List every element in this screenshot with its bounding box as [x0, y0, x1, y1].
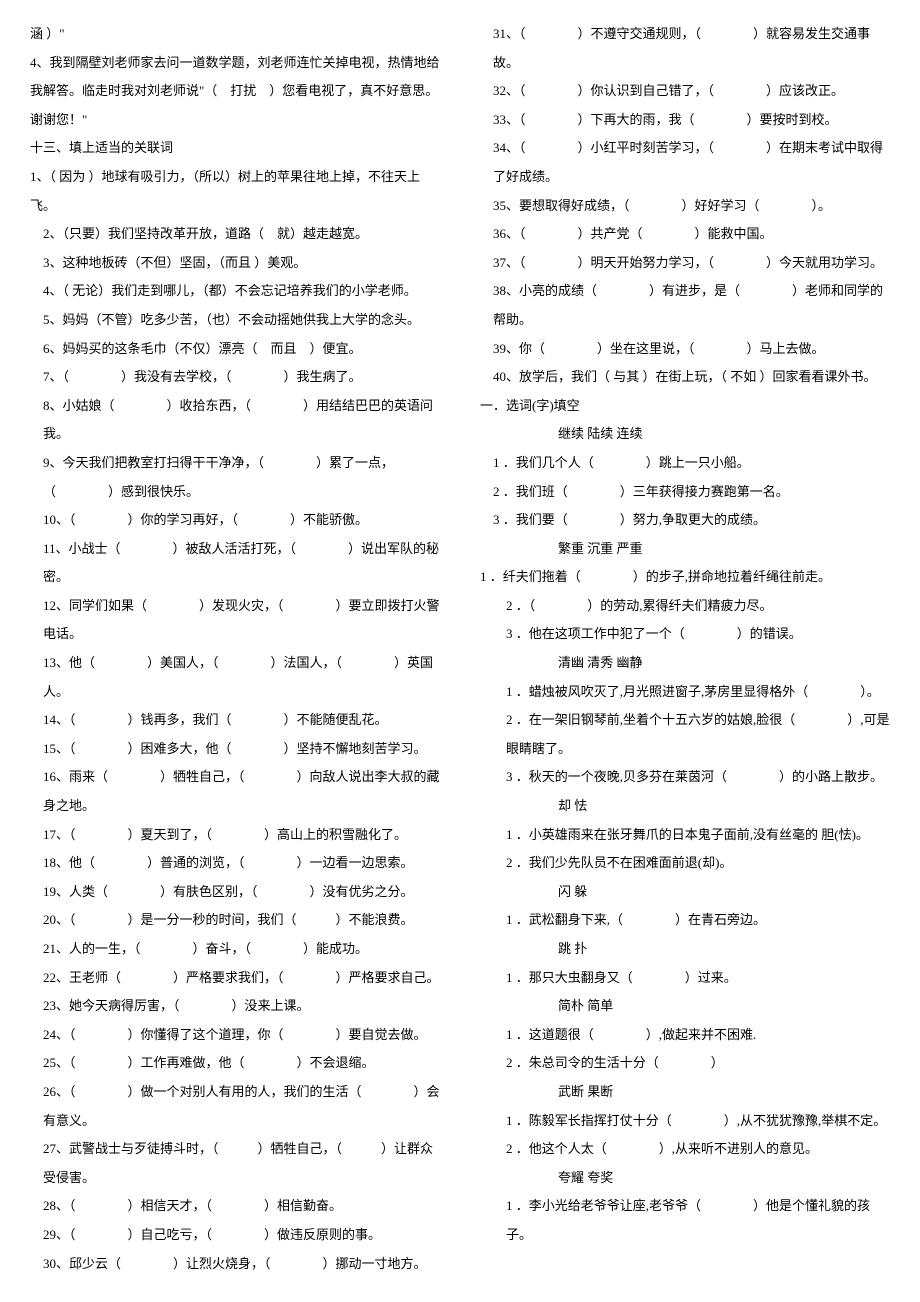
text-line: 31、（ ）不遵守交通规则，（ ）就容易发生交通事故。 — [480, 20, 890, 77]
text-line: 40、放学后，我们（ 与其 ）在街上玩，（ 不如 ）回家看看课外书。 — [480, 363, 890, 392]
text-line: 却 怯 — [480, 792, 890, 821]
text-line: 38、小亮的成绩（ ）有进步，是（ ）老师和同学的帮助。 — [480, 277, 890, 334]
text-line: 14、（ ）钱再多，我们（ ）不能随便乱花。 — [30, 706, 440, 735]
text-line: 29、（ ）自己吃亏，（ ）做违反原则的事。 — [30, 1221, 440, 1250]
document-body: 涵 ）"4、我到隔壁刘老师家去问一道数学题，刘老师连忙关掉电视，热情地给我解答。… — [30, 20, 920, 1282]
text-line: 34、（ ）小红平时刻苦学习，（ ）在期末考试中取得了好成绩。 — [480, 134, 890, 191]
text-line: 1 ．我们几个人（ ）跳上一只小船。 — [480, 449, 890, 478]
text-line: 清幽 清秀 幽静 — [480, 649, 890, 678]
text-line: 4、我到隔壁刘老师家去问一道数学题，刘老师连忙关掉电视，热情地给我解答。临走时我… — [30, 49, 440, 135]
text-line: 2 ．我们少先队员不在困难面前退(却)。 — [480, 849, 890, 878]
text-line: 33、（ ）下再大的雨，我（ ）要按时到校。 — [480, 106, 890, 135]
text-line: 3 ．他在这项工作中犯了一个（ ）的错误。 — [480, 620, 890, 649]
text-line: 涵 ）" — [30, 20, 440, 49]
text-line: 24、（ ）你懂得了这个道理，你（ ）要自觉去做。 — [30, 1021, 440, 1050]
text-line: 继续 陆续 连续 — [480, 420, 890, 449]
text-line: 15、（ ）困难多大，他（ ）坚持不懈地刻苦学习。 — [30, 735, 440, 764]
text-line: 30、邱少云（ ）让烈火烧身，（ ）挪动一寸地方。 — [30, 1250, 440, 1279]
text-line: 5、妈妈（不管）吃多少苦，（也）不会动摇她供我上大学的念头。 — [30, 306, 440, 335]
text-line: 闪 躲 — [480, 878, 890, 907]
text-line: 18、他（ ）普通的浏览，（ ）一边看一边思索。 — [30, 849, 440, 878]
text-line: 简朴 简单 — [480, 992, 890, 1021]
text-line: 7、（ ）我没有去学校，（ ）我生病了。 — [30, 363, 440, 392]
text-line: 35、要想取得好成绩，（ ）好好学习（ ）。 — [480, 192, 890, 221]
text-line: 1 ．李小光给老爷爷让座,老爷爷（ ）他是个懂礼貌的孩子。 — [480, 1192, 890, 1249]
text-line: 一．选词(字)填空 — [480, 392, 890, 421]
text-line: 1 ．小英雄雨来在张牙舞爪的日本鬼子面前,没有丝毫的 胆(怯)。 — [480, 821, 890, 850]
text-line: 17、（ ）夏天到了，（ ）高山上的积雪融化了。 — [30, 821, 440, 850]
text-line: 1 ．纤夫们拖着（ ）的步子,拼命地拉着纤绳往前走。 — [480, 563, 890, 592]
text-line: 2 ．（ ）的劳动,累得纤夫们精疲力尽。 — [480, 592, 890, 621]
text-line: 3、这种地板砖（不但）坚固，（而且 ）美观。 — [30, 249, 440, 278]
text-line: 3 ．秋天的一个夜晚,贝多芬在莱茵河（ ）的小路上散步。 — [480, 763, 890, 792]
text-line: 十三、填上适当的关联词 — [30, 134, 440, 163]
text-line: 13、他（ ）美国人，（ ）法国人，（ ）英国人。 — [30, 649, 440, 706]
text-line: 1 ．陈毅军长指挥打仗十分（ ）,从不犹犹豫豫,举棋不定。 — [480, 1107, 890, 1136]
text-line: 1 ．那只大虫翻身又（ ）过来。 — [480, 964, 890, 993]
text-line: 2 ．他这个人太（ ）,从来听不进别人的意见。 — [480, 1135, 890, 1164]
text-line: 27、武警战士与歹徒搏斗时，（ ）牺牲自己，（ ）让群众受侵害。 — [30, 1135, 440, 1192]
text-line: 32、（ ）你认识到自己错了，（ ）应该改正。 — [480, 77, 890, 106]
text-line: 6、妈妈买的这条毛巾（不仅）漂亮（ 而且 ）便宜。 — [30, 335, 440, 364]
text-line: 12、同学们如果（ ）发现火灾，（ ）要立即拨打火警电话。 — [30, 592, 440, 649]
text-line: 19、人类（ ）有肤色区别，（ ）没有优劣之分。 — [30, 878, 440, 907]
text-line: 16、雨来（ ）牺牲自己，（ ）向敌人说出李大叔的藏身之地。 — [30, 763, 440, 820]
text-line: 武断 果断 — [480, 1078, 890, 1107]
text-line: 36、（ ）共产党（ ）能救中国。 — [480, 220, 890, 249]
text-line: 8、小姑娘（ ）收拾东西，（ ）用结结巴巴的英语问我。 — [30, 392, 440, 449]
text-line: 1 ．蜡烛被风吹灭了,月光照进窗子,茅房里显得格外（ ）。 — [480, 678, 890, 707]
text-line: 10、（ ）你的学习再好，（ ）不能骄傲。 — [30, 506, 440, 535]
text-line: 28、（ ）相信天才，（ ）相信勤奋。 — [30, 1192, 440, 1221]
text-line: 繁重 沉重 严重 — [480, 535, 890, 564]
text-line: 2 ．在一架旧钢琴前,坐着个十五六岁的姑娘,脸很（ ）,可是眼睛瞎了。 — [480, 706, 890, 763]
text-line: 39、你（ ）坐在这里说，（ ）马上去做。 — [480, 335, 890, 364]
text-line: 跳 扑 — [480, 935, 890, 964]
text-line: 22、王老师（ ）严格要求我们，（ ）严格要求自己。 — [30, 964, 440, 993]
text-line: 20、（ ）是一分一秒的时间，我们（ ）不能浪费。 — [30, 906, 440, 935]
text-line: 21、人的一生，（ ）奋斗，（ ）能成功。 — [30, 935, 440, 964]
text-line: 2、（只要）我们坚持改革开放，道路（ 就）越走越宽。 — [30, 220, 440, 249]
text-line: 9、今天我们把教室打扫得干干净净，（ ）累了一点，（ ）感到很快乐。 — [30, 449, 440, 506]
text-line: 25、（ ）工作再难做，他（ ）不会退缩。 — [30, 1049, 440, 1078]
text-line: 1 ．武松翻身下来,（ ）在青石旁边。 — [480, 906, 890, 935]
text-line: 4、（ 无论）我们走到哪儿，（都）不会忘记培养我们的小学老师。 — [30, 277, 440, 306]
text-line: 3 ．我们要（ ）努力,争取更大的成绩。 — [480, 506, 890, 535]
text-line: 2 ．朱总司令的生活十分（ ） — [480, 1049, 890, 1078]
text-line: 1 ．这道题很（ ）,做起来并不困难. — [480, 1021, 890, 1050]
text-line: 23、她今天病得厉害，（ ）没来上课。 — [30, 992, 440, 1021]
text-line: 1、（ 因为 ）地球有吸引力，（所以）树上的苹果往地上掉，不往天上飞。 — [30, 163, 440, 220]
text-line: 2 ．我们班（ ）三年获得接力赛跑第一名。 — [480, 478, 890, 507]
text-line: 夸耀 夸奖 — [480, 1164, 890, 1193]
text-line: 11、小战士（ ）被敌人活活打死，（ ）说出军队的秘密。 — [30, 535, 440, 592]
text-line: 37、（ ）明天开始努力学习，（ ）今天就用功学习。 — [480, 249, 890, 278]
text-line: 26、（ ）做一个对别人有用的人，我们的生活（ ）会有意义。 — [30, 1078, 440, 1135]
